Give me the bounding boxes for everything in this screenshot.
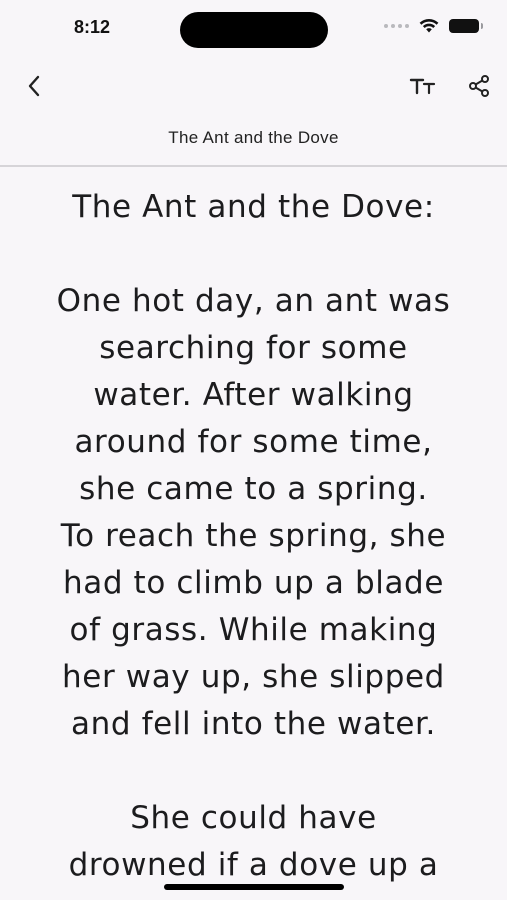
page-title: The Ant and the Dove — [168, 128, 339, 147]
header-divider — [0, 165, 507, 167]
paragraph-line: water. After walking — [93, 377, 414, 413]
paragraph-line: around for some time, — [74, 424, 433, 460]
text-size-button[interactable] — [403, 68, 443, 104]
battery-icon — [449, 19, 483, 33]
wifi-icon — [419, 18, 439, 33]
paragraph-line: of grass. While making — [69, 612, 438, 648]
paragraph-line: She could have — [130, 800, 377, 836]
paragraph-line: searching for some — [99, 330, 408, 366]
dynamic-island — [180, 12, 328, 48]
share-icon — [469, 75, 489, 97]
back-button[interactable] — [16, 68, 52, 104]
paragraph-line: To reach the spring, she — [60, 518, 447, 554]
nav-bar — [0, 60, 507, 110]
story-title: The Ant and the Dove: — [72, 189, 435, 225]
status-bar: 8:12 — [0, 0, 507, 56]
paragraph-line: had to climb up a blade — [62, 565, 445, 601]
paragraph-line: her way up, she slipped — [62, 659, 445, 695]
text-size-icon — [409, 78, 436, 95]
story-paragraph: One hot day, an ant was searching for so… — [16, 278, 491, 748]
paragraph-line: drowned if a dove up a — [68, 847, 439, 883]
paragraph-line: and fell into the water. — [71, 706, 436, 742]
story-paragraph: She could have drowned if a dove up a — [16, 795, 491, 889]
cellular-signal-icon — [384, 24, 409, 28]
story-content: The Ant and the Dove: One hot day, an an… — [0, 184, 507, 900]
paragraph-line: she came to a spring. — [79, 471, 428, 507]
share-button[interactable] — [461, 68, 497, 104]
status-time: 8:12 — [74, 17, 111, 37]
chevron-left-icon — [28, 75, 40, 97]
paragraph-line: One hot day, an ant was — [56, 283, 451, 319]
home-indicator[interactable] — [164, 884, 344, 890]
status-indicators — [384, 18, 483, 34]
